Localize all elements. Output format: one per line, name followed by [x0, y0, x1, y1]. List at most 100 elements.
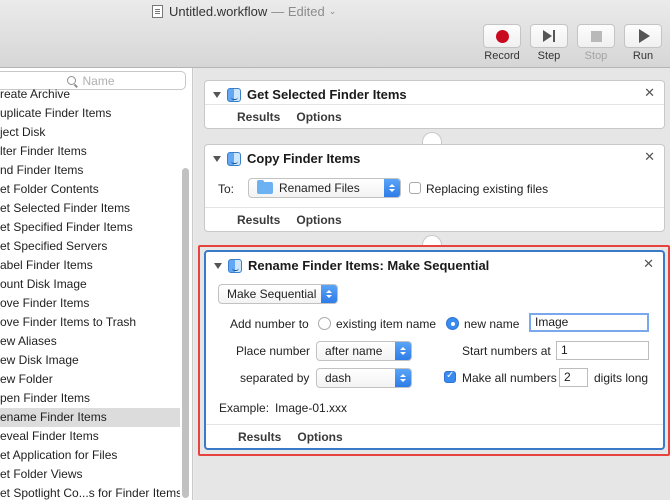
action-title: Get Selected Finder Items: [247, 87, 407, 102]
tab-options[interactable]: Options: [297, 430, 342, 444]
rename-mode-popup[interactable]: Make Sequential: [218, 284, 338, 304]
list-item[interactable]: lter Finder Items: [0, 142, 180, 161]
radio-new-label: new name: [464, 317, 520, 331]
window-title: Untitled.workflow — Edited ⌄: [152, 4, 336, 19]
stop-label: Stop: [584, 50, 608, 62]
popup-arrows-icon: [395, 342, 411, 360]
list-item[interactable]: et Selected Finder Items: [0, 199, 180, 218]
list-item[interactable]: ount Disk Image: [0, 275, 180, 294]
window-toolbar: Untitled.workflow — Edited ⌄ Record Step…: [0, 0, 670, 68]
separator-popup[interactable]: dash: [316, 368, 412, 388]
scrollbar[interactable]: [182, 168, 189, 498]
close-icon[interactable]: ✕: [643, 256, 654, 272]
action-title: Rename Finder Items: Make Sequential: [248, 258, 490, 273]
start-numbers-label: Start numbers at: [462, 344, 551, 358]
record-label: Record: [484, 50, 520, 62]
destination-popup[interactable]: Renamed Files: [248, 178, 401, 198]
popup-arrows-icon: [395, 369, 411, 387]
radio-existing-label: existing item name: [336, 317, 437, 331]
separator-value: dash: [325, 371, 352, 385]
tab-results[interactable]: Results: [238, 430, 281, 444]
list-item[interactable]: nd Finder Items: [0, 161, 180, 180]
radio-new-name[interactable]: [446, 317, 459, 330]
action-library: Name reate Archive uplicate Finder Items j…: [0, 68, 193, 500]
tab-options[interactable]: Options: [296, 213, 341, 227]
tab-options[interactable]: Options: [296, 110, 341, 124]
to-label: To:: [218, 182, 235, 196]
disclosure-triangle-icon[interactable]: [214, 262, 222, 269]
close-icon[interactable]: ✕: [644, 149, 655, 165]
list-item[interactable]: et Spotlight Co...s for Finder Items: [0, 484, 180, 500]
example-label: Example:: [219, 401, 270, 415]
action-get-selected-finder-items[interactable]: Get Selected Finder Items ✕ Results Opti…: [204, 80, 665, 129]
new-name-field[interactable]: Image: [529, 313, 649, 332]
list-item[interactable]: ove Finder Items: [0, 294, 180, 313]
separated-by-label: separated by: [240, 371, 310, 385]
disclosure-triangle-icon[interactable]: [213, 155, 221, 162]
start-numbers-field[interactable]: 1: [556, 341, 649, 360]
place-number-label: Place number: [236, 344, 311, 358]
search-icon: [67, 76, 77, 85]
list-item[interactable]: ew Disk Image: [0, 351, 180, 370]
edited-status: — Edited: [271, 4, 325, 19]
action-header: Get Selected Finder Items: [213, 87, 407, 102]
record-icon: [495, 29, 509, 43]
action-tabs: Results Options: [205, 104, 664, 128]
action-list: reate Archive uplicate Finder Items ject D…: [0, 85, 180, 500]
record-button[interactable]: [483, 24, 521, 48]
folder-icon: [257, 180, 273, 194]
tab-results[interactable]: Results: [237, 213, 280, 227]
workflow-canvas: Get Selected Finder Items ✕ Results Opti…: [194, 68, 670, 500]
list-item[interactable]: et Folder Contents: [0, 180, 180, 199]
step-button[interactable]: [530, 24, 568, 48]
radio-existing-name[interactable]: [318, 317, 331, 330]
step-label: Step: [537, 50, 561, 62]
action-copy-finder-items[interactable]: Copy Finder Items ✕ To: Renamed Files Re…: [204, 144, 665, 232]
action-title: Copy Finder Items: [247, 151, 361, 166]
window-title-text: Untitled.workflow: [169, 4, 268, 19]
run-label: Run: [632, 50, 654, 62]
replacing-checkbox[interactable]: [409, 182, 421, 194]
make-all-numbers-label: Make all numbers: [462, 371, 557, 385]
list-item[interactable]: et Application for Files: [0, 446, 180, 465]
action-tabs: Results Options: [205, 207, 664, 231]
tab-results[interactable]: Results: [237, 110, 280, 124]
list-item[interactable]: ove Finder Items to Trash: [0, 313, 180, 332]
place-number-popup[interactable]: after name: [316, 341, 412, 361]
list-item[interactable]: reate Archive: [0, 85, 180, 104]
list-item[interactable]: pen Finder Items: [0, 389, 180, 408]
action-tabs: Results Options: [206, 424, 663, 448]
finder-icon: [227, 87, 241, 102]
digits-field[interactable]: 2: [559, 368, 588, 387]
destination-value: Renamed Files: [279, 181, 360, 195]
document-icon: [152, 5, 163, 18]
make-all-numbers-checkbox[interactable]: [444, 370, 456, 383]
list-item[interactable]: uplicate Finder Items: [0, 104, 180, 123]
list-item[interactable]: et Specified Servers: [0, 237, 180, 256]
finder-icon: [228, 258, 242, 273]
step-icon: [543, 30, 555, 42]
popup-arrows-icon: [321, 285, 337, 303]
list-item[interactable]: eveal Finder Items: [0, 427, 180, 446]
list-item[interactable]: ew Aliases: [0, 332, 180, 351]
action-rename-finder-items[interactable]: Rename Finder Items: Make Sequential ✕ M…: [204, 250, 665, 450]
list-item[interactable]: ew Folder: [0, 370, 180, 389]
digits-long-label: digits long: [594, 371, 649, 385]
list-item[interactable]: ename Finder Items: [0, 408, 180, 427]
close-icon[interactable]: ✕: [644, 85, 655, 101]
action-connector: [422, 132, 442, 144]
replacing-label: Replacing existing files: [426, 182, 549, 196]
action-header: Copy Finder Items: [213, 151, 360, 166]
chevron-down-icon[interactable]: ⌄: [329, 6, 337, 17]
popup-arrows-icon: [384, 179, 400, 197]
list-item[interactable]: abel Finder Items: [0, 256, 180, 275]
list-item[interactable]: et Specified Finder Items: [0, 218, 180, 237]
stop-button[interactable]: [577, 24, 615, 48]
list-item[interactable]: ject Disk: [0, 123, 180, 142]
rename-mode-value: Make Sequential: [227, 287, 317, 301]
play-icon: [639, 29, 650, 43]
list-item[interactable]: et Folder Views: [0, 465, 180, 484]
action-header: Rename Finder Items: Make Sequential: [214, 258, 489, 273]
run-button[interactable]: [624, 24, 662, 48]
disclosure-triangle-icon[interactable]: [213, 91, 221, 98]
